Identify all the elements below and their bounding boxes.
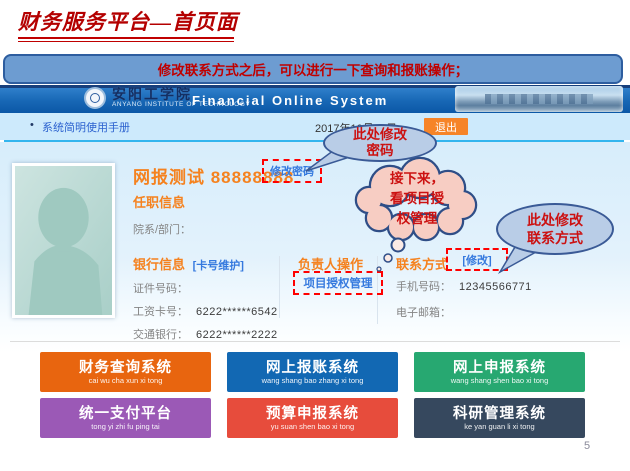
phone-value: 12345566771	[459, 281, 532, 293]
manual-link[interactable]: 系统简明使用手册	[42, 119, 130, 135]
app-button-finance-query[interactable]: 财务查询系统 cai wu cha xun xi tong	[40, 352, 211, 392]
project-auth-link[interactable]: 项目授权管理	[304, 275, 373, 291]
bank2-label: 交通银行：	[133, 329, 188, 341]
app-pinyin: tong yi zhi fu ping tai	[91, 422, 159, 431]
slide: 财务服务平台—首页面 修改联系方式之后，可以进行一下查询和报账操作； 安阳工学院…	[0, 0, 630, 471]
callout-text: 看项目授	[362, 189, 472, 209]
app-button-research-mgmt[interactable]: 科研管理系统 ke yan guan li xi tong	[414, 398, 585, 438]
salary-card-row: 工资卡号： 6222******6542	[133, 303, 278, 319]
department-label: 院系/部门：	[133, 221, 191, 237]
title-underline	[18, 37, 234, 42]
id-number-row: 证件号码：	[133, 280, 188, 296]
bullet-icon: •	[30, 119, 34, 131]
id-number-label: 证件号码：	[133, 283, 188, 295]
app-label: 网上申报系统	[453, 360, 546, 376]
annotation-banner-text: 修改联系方式之后，可以进行一下查询和报账操作；	[158, 59, 469, 79]
password-callout-bubble: 此处修改 密码	[323, 124, 437, 162]
modify-contact-link[interactable]: [修改]	[462, 252, 491, 268]
section-divider	[10, 341, 620, 342]
change-password-link[interactable]: 修改密码	[270, 163, 314, 179]
university-seal-icon	[84, 87, 106, 109]
app-pinyin: wang shang shen bao xi tong	[451, 376, 549, 385]
contact-section-title: 联系方式	[396, 254, 448, 273]
phone-row: 手机号码： 12345566771	[396, 278, 532, 294]
logout-button[interactable]: 退出	[424, 118, 468, 135]
cloud-callout-text: 接下来， 看项目授 权管理	[362, 169, 472, 229]
callout-text: 密码	[367, 143, 394, 159]
campus-photo	[455, 86, 623, 112]
email-row: 电子邮箱：	[396, 304, 451, 320]
bank2-row: 交通银行： 6222******2222	[133, 326, 278, 342]
phone-label: 手机号码：	[396, 281, 451, 293]
bank2-value: 6222******2222	[196, 329, 278, 341]
modify-contact-highlight: [修改]	[446, 248, 508, 271]
app-label: 财务查询系统	[79, 360, 172, 376]
contact-callout-bubble: 此处修改 联系方式	[496, 203, 614, 255]
avatar	[12, 163, 115, 318]
app-button-unified-payment[interactable]: 统一支付平台 tong yi zhi fu ping tai	[40, 398, 211, 438]
card-maintain-link[interactable]: [卡号维护]	[193, 260, 244, 272]
callout-text: 此处修改	[527, 211, 583, 229]
app-pinyin: wang shang bao zhang xi tong	[262, 376, 364, 385]
app-grid: 财务查询系统 cai wu cha xun xi tong 网上报账系统 wan…	[40, 352, 585, 438]
slide-page-number: 5	[584, 440, 590, 452]
employment-section-title: 任职信息	[133, 192, 185, 211]
salary-card-label: 工资卡号：	[133, 306, 188, 318]
system-name: Financial Online System	[192, 93, 388, 108]
app-pinyin: yu suan shen bao xi tong	[271, 422, 354, 431]
project-auth-highlight: 项目授权管理	[293, 271, 383, 295]
callout-text: 此处修改	[353, 127, 407, 143]
app-button-budget-declare[interactable]: 预算申报系统 yu suan shen bao xi tong	[227, 398, 398, 438]
app-button-online-reimburse[interactable]: 网上报账系统 wang shang bao zhang xi tong	[227, 352, 398, 392]
column-divider	[279, 256, 280, 318]
bank-title-text: 银行信息	[133, 257, 185, 272]
callout-text: 接下来，	[362, 169, 472, 189]
email-label: 电子邮箱：	[396, 307, 451, 319]
callout-text: 联系方式	[527, 229, 583, 247]
app-button-online-declare[interactable]: 网上申报系统 wang shang shen bao xi tong	[414, 352, 585, 392]
app-label: 预算申报系统	[266, 406, 359, 422]
app-label: 统一支付平台	[79, 406, 172, 422]
page-title: 财务服务平台—首页面	[18, 6, 238, 36]
change-password-highlight: 修改密码	[262, 159, 322, 183]
callout-text: 权管理	[362, 209, 472, 229]
app-pinyin: ke yan guan li xi tong	[464, 422, 534, 431]
app-label: 网上报账系统	[266, 360, 359, 376]
annotation-banner: 修改联系方式之后，可以进行一下查询和报账操作；	[3, 54, 623, 84]
salary-card-value: 6222******6542	[196, 306, 278, 318]
app-label: 科研管理系统	[453, 406, 546, 422]
bank-section-title: 银行信息 [卡号维护]	[133, 254, 244, 273]
app-pinyin: cai wu cha xun xi tong	[89, 376, 163, 385]
